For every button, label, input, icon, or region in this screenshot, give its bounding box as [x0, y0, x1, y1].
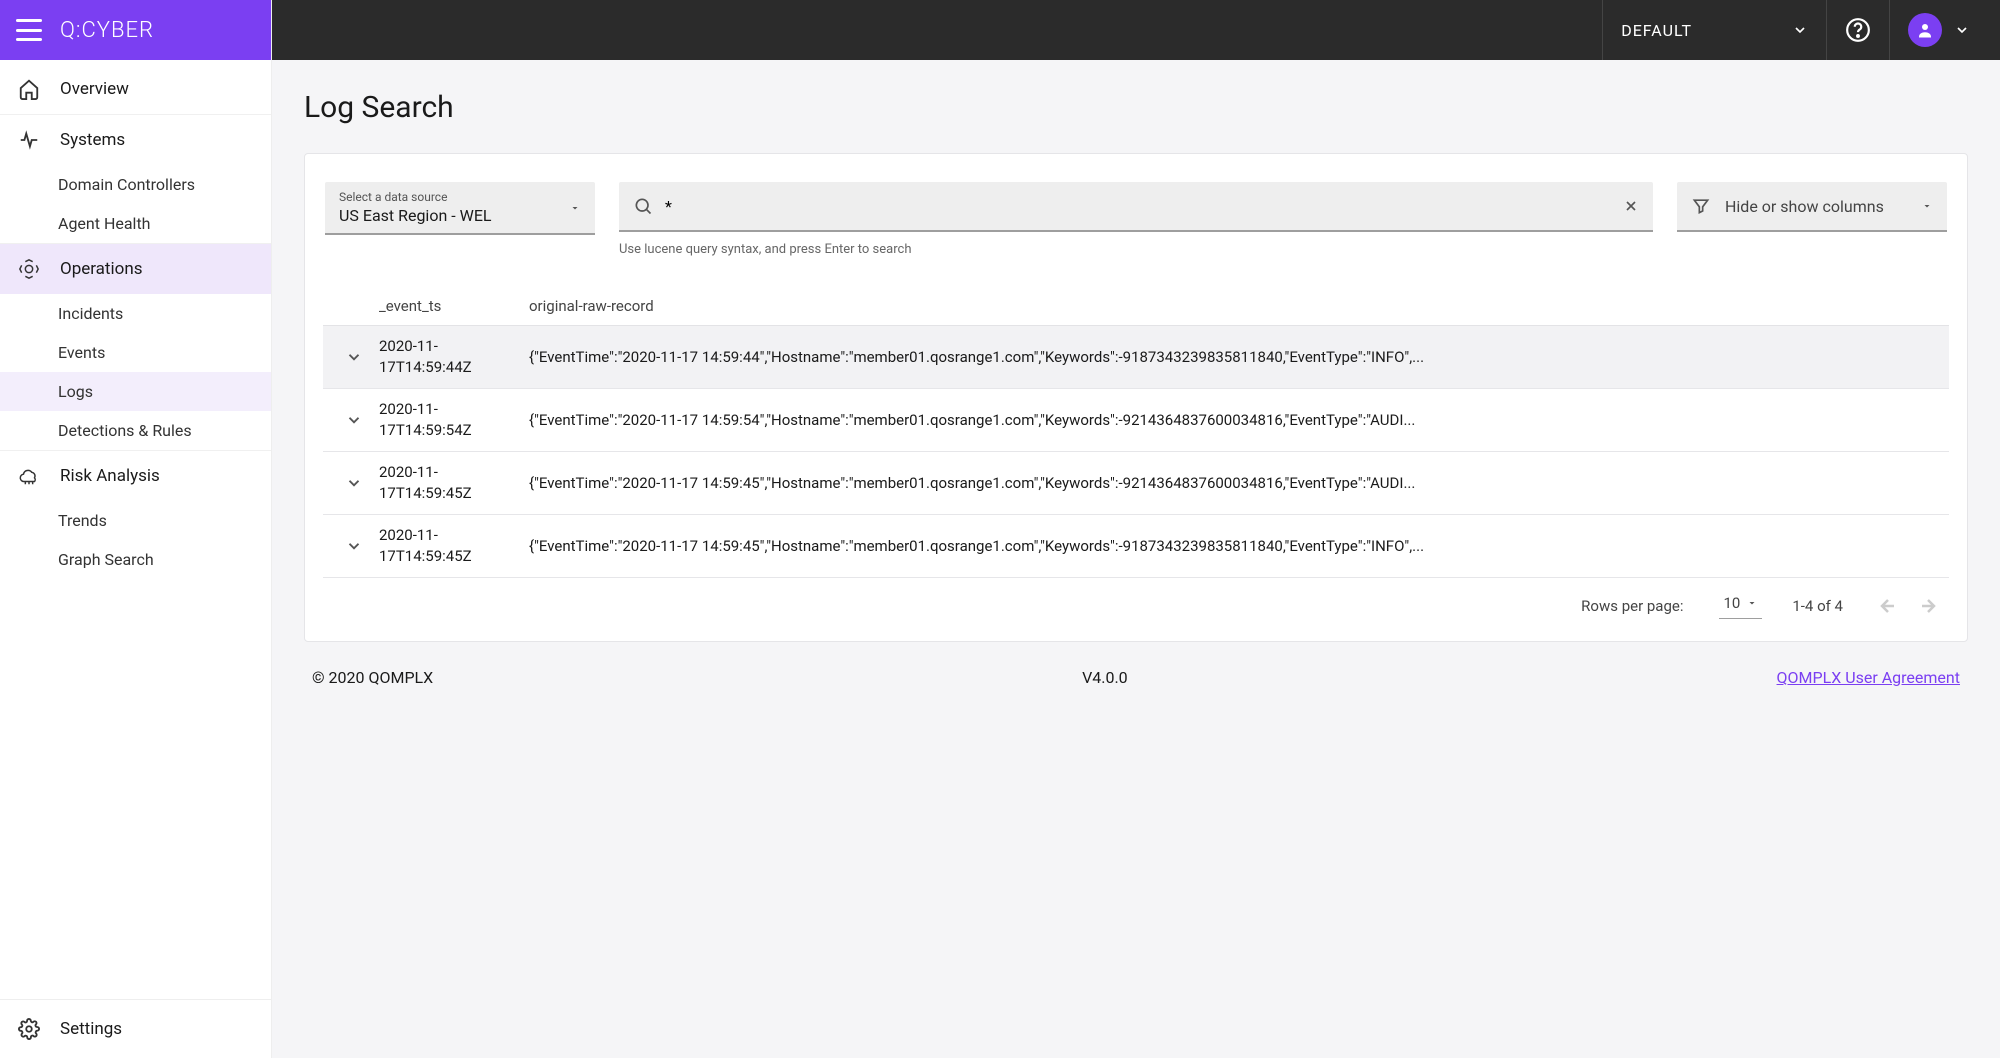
cell-ts: 2020-11-17T14:59:45Z	[379, 462, 529, 504]
avatar	[1908, 13, 1942, 47]
sidebar-item-detections-rules[interactable]: Detections & Rules	[0, 411, 271, 450]
cell-raw: {"EventTime":"2020-11-17 14:59:44","Host…	[529, 348, 1943, 366]
brand-logo: Q:CYBER	[60, 18, 154, 43]
prev-page-button[interactable]	[1873, 594, 1897, 618]
dropdown-icon	[1921, 200, 1933, 212]
sidebar-item-incidents[interactable]: Incidents	[0, 294, 271, 333]
sidebar-item-graph-search[interactable]: Graph Search	[0, 540, 271, 579]
workspace-dropdown[interactable]: DEFAULT	[1602, 0, 1826, 60]
column-header-ts[interactable]: _event_ts	[379, 297, 529, 315]
page-title: Log Search	[304, 90, 1968, 125]
expand-row-button[interactable]	[329, 537, 379, 555]
sidebar-item-agent-health[interactable]: Agent Health	[0, 204, 271, 243]
cloud-icon	[18, 465, 40, 487]
table-header: _event_ts original-raw-record	[323, 287, 1949, 326]
dropdown-icon	[569, 202, 581, 214]
sidebar-item-systems[interactable]: Systems	[0, 115, 271, 165]
chevron-down-icon	[1792, 22, 1808, 38]
sidebar-item-events[interactable]: Events	[0, 333, 271, 372]
workspace-label: DEFAULT	[1621, 21, 1692, 40]
footer-user-agreement-link[interactable]: QOMPLX User Agreement	[1777, 668, 1960, 687]
search-hint: Use lucene query syntax, and press Enter…	[619, 242, 1653, 257]
cell-raw: {"EventTime":"2020-11-17 14:59:45","Host…	[529, 537, 1943, 555]
cell-raw: {"EventTime":"2020-11-17 14:59:54","Host…	[529, 411, 1943, 429]
search-input[interactable]	[665, 197, 1611, 216]
sidebar: Q:CYBER Overview Systems	[0, 0, 272, 1058]
user-icon	[1916, 21, 1934, 39]
cell-ts: 2020-11-17T14:59:44Z	[379, 336, 529, 378]
column-header-raw[interactable]: original-raw-record	[529, 297, 1943, 315]
alert-icon	[18, 258, 40, 280]
help-icon	[1845, 17, 1871, 43]
table-row: 2020-11-17T14:59:45Z {"EventTime":"2020-…	[323, 452, 1949, 515]
sidebar-item-label: Overview	[60, 79, 129, 99]
clear-icon[interactable]	[1623, 198, 1639, 214]
table-row: 2020-11-17T14:59:45Z {"EventTime":"2020-…	[323, 515, 1949, 578]
sidebar-item-label: Risk Analysis	[60, 466, 160, 486]
pagination: Rows per page: 10 1-4 of 4	[323, 578, 1949, 623]
search-icon	[633, 196, 653, 216]
datasource-label: Select a data source	[339, 190, 581, 204]
sidebar-header: Q:CYBER	[0, 0, 271, 60]
topbar: DEFAULT	[272, 0, 2000, 60]
log-search-card: Select a data source US East Region - WE…	[304, 153, 1968, 642]
chevron-down-icon	[1954, 22, 1970, 38]
pagination-range: 1-4 of 4	[1792, 597, 1843, 615]
sidebar-item-label: Settings	[60, 1019, 122, 1039]
gear-icon	[18, 1018, 40, 1040]
table-row: 2020-11-17T14:59:44Z {"EventTime":"2020-…	[323, 326, 1949, 389]
cell-ts: 2020-11-17T14:59:54Z	[379, 399, 529, 441]
sidebar-item-operations[interactable]: Operations	[0, 244, 271, 294]
sidebar-item-logs[interactable]: Logs	[0, 372, 271, 411]
page-footer: © 2020 QOMPLX V4.0.0 QOMPLX User Agreeme…	[304, 642, 1968, 697]
rows-per-page-select[interactable]: 10	[1719, 592, 1762, 619]
next-page-button[interactable]	[1919, 594, 1943, 618]
expand-row-button[interactable]	[329, 348, 379, 366]
footer-copyright: © 2020 QOMPLX	[312, 668, 433, 687]
sidebar-item-label: Systems	[60, 130, 125, 150]
home-icon	[18, 78, 40, 100]
cell-raw: {"EventTime":"2020-11-17 14:59:45","Host…	[529, 474, 1943, 492]
datasource-select[interactable]: Select a data source US East Region - WE…	[325, 182, 595, 235]
profile-menu[interactable]	[1889, 0, 1988, 60]
table-row: 2020-11-17T14:59:54Z {"EventTime":"2020-…	[323, 389, 1949, 452]
sidebar-item-label: Operations	[60, 259, 143, 279]
columns-toggle[interactable]: Hide or show columns	[1677, 182, 1947, 232]
sidebar-nav: Overview Systems Domain Controllers Agen…	[0, 60, 271, 999]
menu-toggle-button[interactable]	[16, 19, 42, 41]
log-table: _event_ts original-raw-record 2020-11-17…	[323, 287, 1949, 578]
expand-row-button[interactable]	[329, 474, 379, 492]
activity-icon	[18, 129, 40, 151]
sidebar-item-risk-analysis[interactable]: Risk Analysis	[0, 451, 271, 501]
cell-ts: 2020-11-17T14:59:45Z	[379, 525, 529, 567]
rows-per-page-label: Rows per page:	[1581, 597, 1683, 615]
sidebar-item-trends[interactable]: Trends	[0, 501, 271, 540]
sidebar-item-settings[interactable]: Settings	[0, 1000, 271, 1058]
footer-version: V4.0.0	[1082, 668, 1128, 687]
help-button[interactable]	[1826, 0, 1889, 60]
search-box	[619, 182, 1653, 232]
datasource-value: US East Region - WEL	[339, 206, 581, 225]
filter-icon	[1691, 196, 1711, 216]
expand-row-button[interactable]	[329, 411, 379, 429]
sidebar-item-overview[interactable]: Overview	[0, 64, 271, 114]
sidebar-item-domain-controllers[interactable]: Domain Controllers	[0, 165, 271, 204]
columns-toggle-label: Hide or show columns	[1725, 197, 1907, 216]
